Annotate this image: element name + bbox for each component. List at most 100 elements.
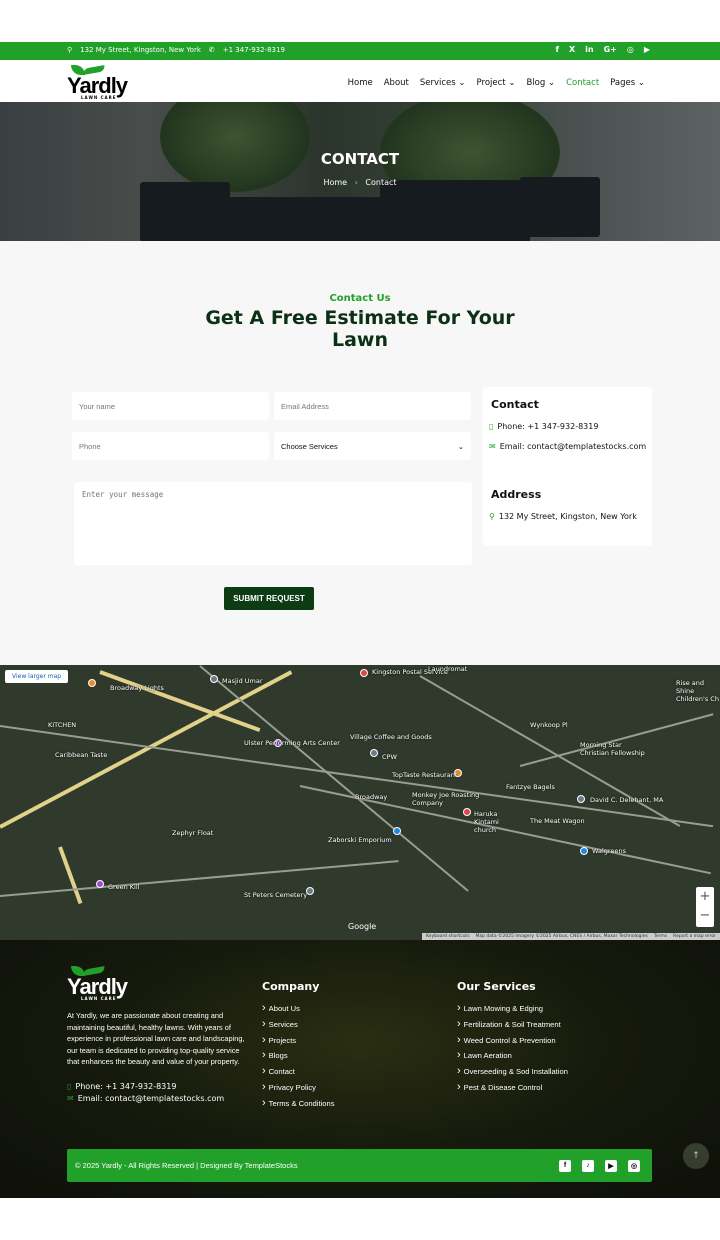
footer-link[interactable]: Projects — [262, 1034, 335, 1050]
footer-link[interactable]: Fertilization & Soil Treatment — [457, 1018, 568, 1034]
leaf-icon — [67, 964, 107, 978]
footer-email[interactable]: Email: contact@templatestocks.com — [78, 1094, 225, 1103]
footer-link[interactable]: Weed Control & Prevention — [457, 1034, 568, 1050]
phone-icon: ✆ — [208, 46, 215, 54]
breadcrumb-current: Contact — [365, 178, 397, 187]
phone-input[interactable]: Phone — [72, 432, 269, 460]
keyboard-shortcuts-link[interactable]: Keyboard shortcuts — [426, 934, 470, 939]
map-attribution: Keyboard shortcuts Map data ©2025 Imager… — [421, 933, 720, 940]
map-zoom-controls: + − — [696, 887, 714, 927]
map-label: Morning Star Christian Fellowship — [580, 741, 645, 757]
map-label: TopTaste Restaurant — [392, 771, 458, 779]
instagram-icon[interactable]: ◎ — [627, 45, 634, 54]
footer-link[interactable]: Contact — [262, 1065, 335, 1081]
map-label: Haruka Kintami church — [474, 810, 499, 834]
facebook-icon[interactable]: f — [555, 45, 558, 54]
google-plus-icon[interactable]: G+ — [604, 45, 617, 54]
facebook-icon[interactable]: f — [559, 1159, 571, 1172]
footer-link[interactable]: Privacy Policy — [262, 1081, 335, 1097]
section-heading: Get A Free Estimate For Your Lawn — [205, 307, 515, 351]
nav-project[interactable]: Project ⌄ — [477, 78, 516, 88]
nav-home[interactable]: Home — [348, 78, 373, 88]
youtube-icon[interactable]: ▶ — [605, 1159, 617, 1172]
map-label: Zaborski Emporium — [328, 836, 392, 844]
map-label: Laundromat — [428, 665, 468, 673]
view-larger-map-link[interactable]: View larger map — [5, 670, 69, 683]
submit-request-button[interactable]: SUBMIT REQUEST — [224, 587, 314, 610]
map-label: Ulster Performing Arts Center — [244, 739, 340, 747]
map-label: Rise and Shine Children's Ch — [676, 679, 719, 703]
location-icon: ⚲ — [67, 46, 73, 54]
topbar-address: 132 My Street, Kingston, New York — [80, 46, 201, 54]
card-address: 132 My Street, Kingston, New York — [498, 512, 637, 521]
footer-link[interactable]: About Us — [262, 1002, 335, 1018]
youtube-icon[interactable]: ▶ — [644, 45, 650, 54]
footer-link[interactable]: Overseeding & Sod Installation — [457, 1065, 568, 1081]
message-textarea[interactable] — [74, 482, 472, 565]
map-label: David C. Delehant, MA — [590, 796, 664, 804]
contact-section: Contact Us Get A Free Estimate For Your … — [0, 241, 720, 665]
map-label: Broadway — [355, 793, 388, 801]
envelope-icon: ✉ — [67, 1094, 74, 1103]
nav-services[interactable]: Services ⌄ — [420, 78, 466, 88]
embedded-map[interactable]: Broadway Lights Masjid Umar Kingston Pos… — [0, 665, 720, 940]
footer-link[interactable]: Lawn Aeration — [457, 1049, 568, 1065]
mobile-icon: ▯ — [489, 422, 494, 431]
map-label: Wynkoop Pl — [530, 721, 568, 729]
nav-contact[interactable]: Contact — [566, 78, 599, 88]
page-title: CONTACT — [320, 150, 400, 168]
zoom-out-button[interactable]: − — [696, 906, 714, 925]
contact-info-card: Contact ▯ Phone: +1 347-932-8319 ✉ Email: … — [483, 387, 652, 546]
tiktok-icon[interactable]: ♪ — [582, 1159, 594, 1172]
footer-link[interactable]: Terms & Conditions — [262, 1097, 335, 1113]
nav-pages[interactable]: Pages ⌄ — [610, 78, 645, 88]
social-links: f X in G+ ◎ ▶ — [555, 45, 650, 54]
footer-logo[interactable]: Yardly LAWN CARE — [67, 964, 128, 1001]
back-to-top-button[interactable]: ↑ — [683, 1143, 709, 1169]
map-label: Caribbean Taste — [55, 751, 108, 759]
map-label: Village Coffee and Goods — [350, 733, 432, 741]
company-heading: Company — [262, 980, 320, 993]
x-icon[interactable]: X — [569, 45, 575, 54]
terms-link[interactable]: Terms — [654, 934, 667, 939]
nav-about[interactable]: About — [384, 78, 409, 88]
footer-link[interactable]: Pest & Disease Control — [457, 1081, 568, 1097]
map-label: Monkey Joe Roasting Company — [412, 791, 480, 807]
map-label: Masjid Umar — [222, 677, 263, 685]
footer-link[interactable]: Services — [262, 1018, 335, 1034]
map-label: Green Kill — [108, 883, 140, 891]
leaf-icon — [67, 63, 107, 77]
section-kicker: Contact Us — [329, 293, 391, 304]
footer-link[interactable]: Blogs — [262, 1049, 335, 1065]
card-email[interactable]: Email: contact@templatestocks.com — [500, 442, 647, 451]
copyright-bar: © 2025 Yardly - All Rights Reserved | De… — [67, 1149, 652, 1182]
instagram-icon[interactable]: ◎ — [628, 1159, 640, 1172]
footer-link[interactable]: Lawn Mowing & Edging — [457, 1002, 568, 1018]
services-select-value: Choose Services — [281, 441, 338, 451]
linkedin-icon[interactable]: in — [585, 45, 593, 54]
company-links: About Us Services Projects Blogs Contact… — [262, 1002, 335, 1113]
name-input[interactable]: Your name — [72, 392, 269, 420]
zoom-in-button[interactable]: + — [696, 887, 714, 906]
footer-phone[interactable]: Phone: +1 347-932-8319 — [75, 1082, 176, 1091]
topbar-phone[interactable]: +1 347-932-8319 — [223, 46, 285, 54]
logo[interactable]: Yardly LAWN CARE — [67, 63, 128, 100]
google-logo: Google — [348, 922, 377, 931]
footer-about: At Yardly, we are passionate about creat… — [67, 1011, 245, 1066]
top-bar: ⚲ 132 My Street, Kingston, New York ✆ +1 3… — [0, 42, 720, 60]
services-select[interactable]: Choose Services ⌄ — [274, 432, 471, 460]
address-card-title: Address — [491, 488, 542, 501]
main-nav: Home About Services ⌄ Project ⌄ Blog ⌄ C… — [348, 78, 645, 88]
email-input[interactable]: Email Address — [274, 392, 471, 420]
map-label: Broadway Lights — [110, 684, 164, 692]
copyright-text: © 2025 Yardly - All Rights Reserved | De… — [75, 1161, 298, 1170]
report-error-link[interactable]: Report a map error — [673, 934, 716, 939]
map-data-text: Map data ©2025 Imagery ©2025 Airbus, CNE… — [475, 934, 648, 939]
card-phone[interactable]: Phone: +1 347-932-8319 — [497, 422, 598, 431]
breadcrumb-home[interactable]: Home — [323, 178, 347, 187]
nav-blog[interactable]: Blog ⌄ — [526, 78, 555, 88]
services-heading: Our Services — [457, 980, 536, 993]
map-label: Fantzye Bagels — [506, 783, 555, 791]
map-label: CPW — [382, 753, 397, 761]
page-hero: CONTACT Home › Contact — [0, 102, 720, 241]
